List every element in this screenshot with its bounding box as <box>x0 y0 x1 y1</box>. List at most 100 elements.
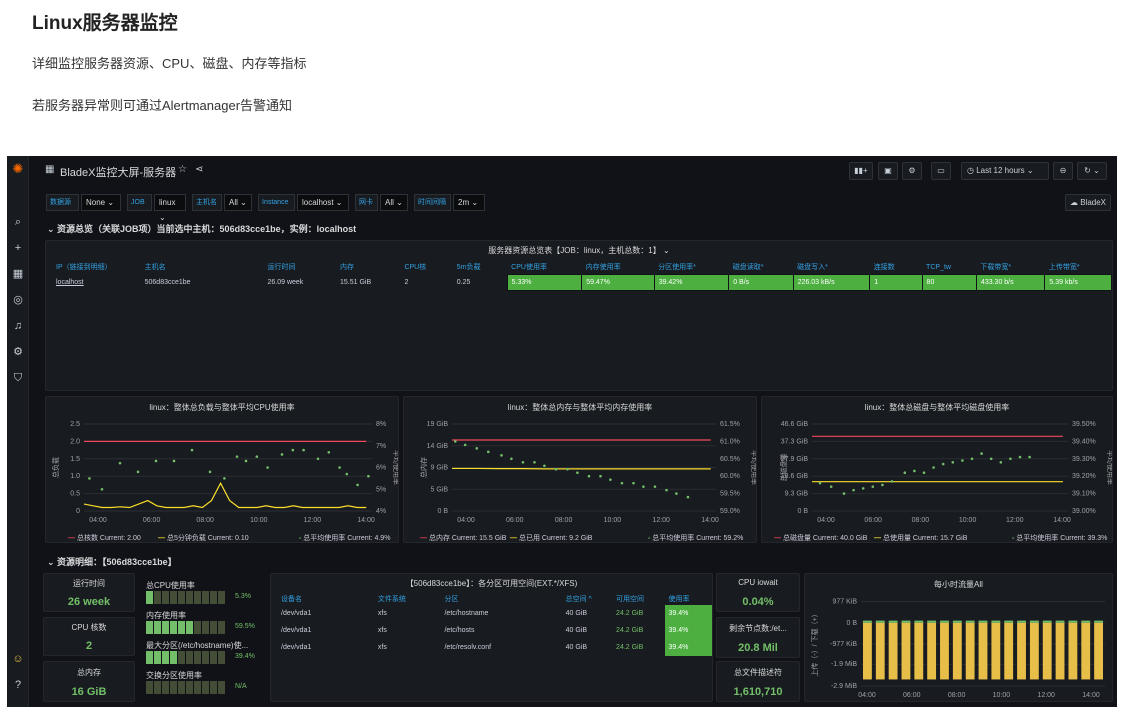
fs-header[interactable]: 文件系统 <box>374 593 441 605</box>
table-header[interactable]: 磁盘写入* <box>793 260 870 275</box>
bar-upload <box>1068 622 1078 680</box>
table-cell[interactable]: localhost <box>52 275 141 291</box>
legend-avg-usage[interactable]: - 总平均使用率 Current: 59.2% <box>648 533 743 542</box>
table-header[interactable]: 上传带宽* <box>1045 260 1112 275</box>
share-icon[interactable]: ⋖ <box>195 164 203 175</box>
bargauge-cell <box>162 621 169 634</box>
table-row[interactable]: /dev/vda1 xfs/etc/resolv.conf 40 GiB 24.2 G… <box>277 639 712 656</box>
variable-select[interactable]: All ⌄ <box>380 194 408 211</box>
shield-icon[interactable]: ⛉ <box>12 372 24 384</box>
tv-mode-icon[interactable]: ▭ <box>931 162 951 180</box>
avatar[interactable]: ☺ <box>12 653 24 665</box>
table-header[interactable]: 连接数 <box>870 260 922 275</box>
help-icon[interactable]: ? <box>12 679 24 691</box>
table-row[interactable]: /dev/vda1 xfs/etc/hosts 40 GiB 24.2 GiB 39.4… <box>277 622 712 639</box>
table-header[interactable]: IP（链接到明细） <box>52 260 141 275</box>
table-header[interactable]: CPU使用率 <box>507 260 582 275</box>
star-icon[interactable]: ☆ <box>178 164 187 175</box>
search-icon[interactable]: ⌕ <box>12 216 24 228</box>
table-header[interactable]: 下载带宽* <box>976 260 1044 275</box>
data-point <box>932 466 935 469</box>
y-tick-label: 2.5 <box>70 421 80 428</box>
data-point <box>566 467 569 471</box>
table-header[interactable]: 磁盘读取* <box>729 260 793 275</box>
data-point <box>100 487 104 491</box>
legend-total-memory[interactable]: — 总内存 Current: 15.5 GiB <box>420 533 506 542</box>
save-icon[interactable]: ▣ <box>878 162 898 180</box>
fs-cell: /etc/resolv.conf <box>444 644 492 651</box>
legend-total-cores[interactable]: — 总核数 Current: 2.00 <box>68 533 141 542</box>
explore-icon[interactable]: ◎ <box>12 294 24 306</box>
add-panel-button[interactable]: ▮▮+ <box>849 162 873 180</box>
series-line <box>83 481 367 509</box>
bar-download <box>940 620 949 623</box>
variable-select[interactable]: None ⌄ <box>81 194 121 211</box>
fs-cell: 40 GiB <box>565 610 587 617</box>
uptime-stat: 运行时间 26 week <box>43 573 135 612</box>
fs-header[interactable]: 可用空间 <box>612 593 664 605</box>
bargauge-cell <box>202 621 209 634</box>
row-title-detail[interactable]: ⌄ 资源明细：【506d83cce1be】 <box>47 555 177 568</box>
legend-total-disk[interactable]: — 总磁盘量 Current: 40.0 GiB <box>774 533 867 542</box>
stat-label: CPU 核数 <box>71 623 107 632</box>
dashboards-icon[interactable]: ▦ <box>12 268 24 280</box>
refresh-button[interactable]: ↻ ⌄ <box>1077 162 1107 180</box>
table-header[interactable]: 内存使用率 <box>582 260 655 275</box>
memory-chart-panel: linux：整体总内存与整体平均内存使用率 0 B 5 GiB 9 GiB 14 Gi… <box>403 396 757 543</box>
y-tick-label: -1.9 MiB <box>831 661 857 668</box>
legend-avg-usage[interactable]: - 总平均使用率 Current: 4.9% <box>299 533 390 542</box>
fs-header[interactable]: 使用率 <box>665 593 712 605</box>
legend-used-disk[interactable]: — 总使用量 Current: 15.7 GiB <box>874 533 967 542</box>
table-row[interactable]: localhost 506d83cce1be 26.09 week 15.51 GiB… <box>52 274 1112 291</box>
bargauge-cell <box>170 651 177 664</box>
table-header[interactable]: 内存 <box>336 260 400 275</box>
table-header[interactable]: 分区使用率* <box>654 260 729 275</box>
legend-avg-usage[interactable]: - 总平均使用率 Current: 39.3% <box>1012 533 1107 542</box>
legend-used-memory[interactable]: — 总已用 Current: 9.2 GiB <box>510 533 592 542</box>
top-navbar: ▦ BladeX监控大屏-服务器 ☆ ⋖ ▮▮+ ▣ ⚙ ▭ ◷ Last 12… <box>29 156 1117 186</box>
bar-download <box>991 620 1001 623</box>
table-header[interactable]: 运行时间 <box>263 260 336 275</box>
plus-icon[interactable]: + <box>12 242 24 254</box>
legend-load[interactable]: — 总5分钟负载 Current: 0.10 <box>158 533 249 542</box>
data-point <box>154 459 158 463</box>
data-point <box>1018 455 1022 459</box>
variable-select[interactable]: 2m ⌄ <box>453 194 485 211</box>
table-header[interactable]: 主机名 <box>141 260 264 275</box>
bar-download <box>863 620 872 623</box>
fs-header[interactable]: 设备名 <box>277 593 374 605</box>
data-point <box>941 462 945 466</box>
variable-select[interactable]: linux ⌄ <box>154 194 186 222</box>
zoom-out-icon[interactable]: ⊖ <box>1053 162 1073 180</box>
y2-tick-label: 61.5% <box>720 421 740 428</box>
table-row[interactable]: /dev/vda1 xfs/etc/hostname 40 GiB 24.2 GiB 3… <box>277 605 712 622</box>
table-header[interactable]: 5m负载 <box>453 260 507 275</box>
bargauge-cell <box>218 681 225 694</box>
fs-cell: /dev/vda1 <box>281 644 312 651</box>
y2-tick-label: 7% <box>376 443 386 450</box>
time-picker[interactable]: ◷ Last 12 hours ⌄ <box>961 162 1049 180</box>
y-axis-label: 总磁盘量 <box>779 454 788 482</box>
x-tick-label: 08:00 <box>948 692 966 699</box>
bargauge-cell <box>194 681 201 694</box>
org-button[interactable]: ☁ BladeX <box>1065 194 1111 211</box>
grafana-logo-icon[interactable]: ✺ <box>12 162 24 175</box>
dashboard-title[interactable]: BladeX监控大屏-服务器 <box>60 164 176 180</box>
settings-icon[interactable]: ⚙ <box>902 162 922 180</box>
y-tick-label: 46.6 GiB <box>781 421 809 428</box>
fs-header[interactable]: 分区 <box>440 593 561 605</box>
gear-icon[interactable]: ⚙ <box>12 346 24 358</box>
x-tick-label: 10:00 <box>993 692 1011 699</box>
data-point <box>327 450 331 454</box>
bargauge-cell <box>170 621 177 634</box>
row-title-overview[interactable]: ⌄ 资源总览（关联JOB项）当前选中主机：506d83cce1be，实例：loc… <box>47 222 356 235</box>
variable-select[interactable]: localhost ⌄ <box>297 194 349 211</box>
fs-header[interactable]: 总空间 ^ <box>562 593 612 605</box>
bell-icon[interactable]: ♫ <box>12 320 24 332</box>
table-header[interactable]: CPU核 <box>400 260 452 275</box>
table-header[interactable]: TCP_tw <box>922 260 976 275</box>
data-point <box>1009 457 1012 461</box>
variable-select[interactable]: All ⌄ <box>224 194 252 211</box>
variable-value: 2m <box>458 198 470 207</box>
bargauge-cell <box>170 681 177 694</box>
